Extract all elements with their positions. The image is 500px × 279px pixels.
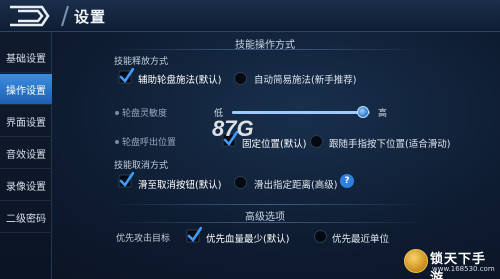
sensitivity-slider-fill bbox=[232, 111, 364, 114]
divider bbox=[108, 49, 426, 50]
settings-panel: 技能操作方式 技能释放方式 辅助轮盘施法(默认) 自动简易施法(新手推荐) 轮盘… bbox=[96, 32, 450, 279]
release-option-auto-radio[interactable] bbox=[234, 72, 247, 85]
divider bbox=[108, 222, 426, 223]
release-option-auto[interactable]: 自动简易施法(新手推荐) bbox=[254, 72, 356, 86]
section-title-advanced: 高级选项 bbox=[245, 212, 285, 223]
sensitivity-slider-track[interactable] bbox=[232, 111, 370, 114]
wheel-position-follow-radio[interactable] bbox=[310, 135, 323, 148]
bullet-icon bbox=[115, 111, 119, 115]
sensitivity-label: 轮盘灵敏度 bbox=[122, 109, 168, 119]
sensitivity-slider-knob[interactable] bbox=[357, 106, 370, 118]
wheel-position-follow[interactable]: 跟随手指按下位置(适合滑动) bbox=[329, 136, 450, 150]
settings-sidebar: 基础设置 操作设置 界面设置 音效设置 录像设置 二级密码 bbox=[0, 32, 52, 279]
sidebar-item-sound[interactable]: 音效设置 bbox=[0, 138, 52, 169]
settings-screen: 设置 基础设置 操作设置 界面设置 音效设置 录像设置 二级密码 技能操作方式 … bbox=[0, 0, 500, 279]
target-option-nearest[interactable]: 优先最近单位 bbox=[332, 231, 389, 245]
divider bbox=[108, 204, 426, 205]
checkmark-icon[interactable] bbox=[118, 172, 134, 188]
watermark-site-name: 锁天下手游 bbox=[430, 252, 487, 279]
release-option-assist[interactable]: 辅助轮盘施法(默认) bbox=[138, 72, 221, 86]
target-option-nearest-radio[interactable] bbox=[314, 230, 327, 243]
sidebar-item-second-password[interactable]: 二级密码 bbox=[0, 202, 52, 233]
watermark-site-url: www.168530.com bbox=[432, 265, 495, 273]
sidebar-item-controls[interactable]: 操作设置 bbox=[0, 74, 52, 105]
checkmark-icon[interactable] bbox=[186, 227, 202, 243]
header-divider-icon bbox=[61, 5, 69, 27]
release-method-title: 技能释放方式 bbox=[114, 57, 169, 67]
coin-logo-icon bbox=[404, 249, 428, 273]
sidebar-item-interface[interactable]: 界面设置 bbox=[0, 106, 52, 137]
watermark-site: 锁天下手游 www.168530.com bbox=[402, 246, 498, 279]
sidebar-item-basic[interactable]: 基础设置 bbox=[0, 42, 52, 73]
cancel-option-distance-radio[interactable] bbox=[234, 176, 247, 189]
bullet-icon bbox=[115, 140, 119, 144]
target-option-lowest-hp[interactable]: 优先血量最少(默认) bbox=[206, 231, 289, 245]
header-bar: 设置 bbox=[0, 0, 500, 32]
back-arrow-icon[interactable] bbox=[4, 4, 52, 28]
checkmark-icon[interactable] bbox=[118, 68, 134, 84]
cancel-option-distance[interactable]: 滑出指定距离(高级) bbox=[254, 177, 337, 191]
cancel-method-title: 技能取消方式 bbox=[114, 161, 169, 171]
sensitivity-max-label: 高 bbox=[378, 109, 388, 119]
target-priority-label: 优先攻击目标 bbox=[116, 234, 171, 244]
help-icon[interactable]: ? bbox=[340, 174, 354, 188]
watermark-logo: 87G bbox=[212, 116, 254, 141]
page-title: 设置 bbox=[74, 8, 107, 26]
sidebar-item-replay[interactable]: 录像设置 bbox=[0, 170, 52, 201]
cancel-option-button[interactable]: 滑至取消按钮(默认) bbox=[138, 177, 221, 191]
wheel-position-label: 轮盘呼出位置 bbox=[122, 138, 177, 148]
